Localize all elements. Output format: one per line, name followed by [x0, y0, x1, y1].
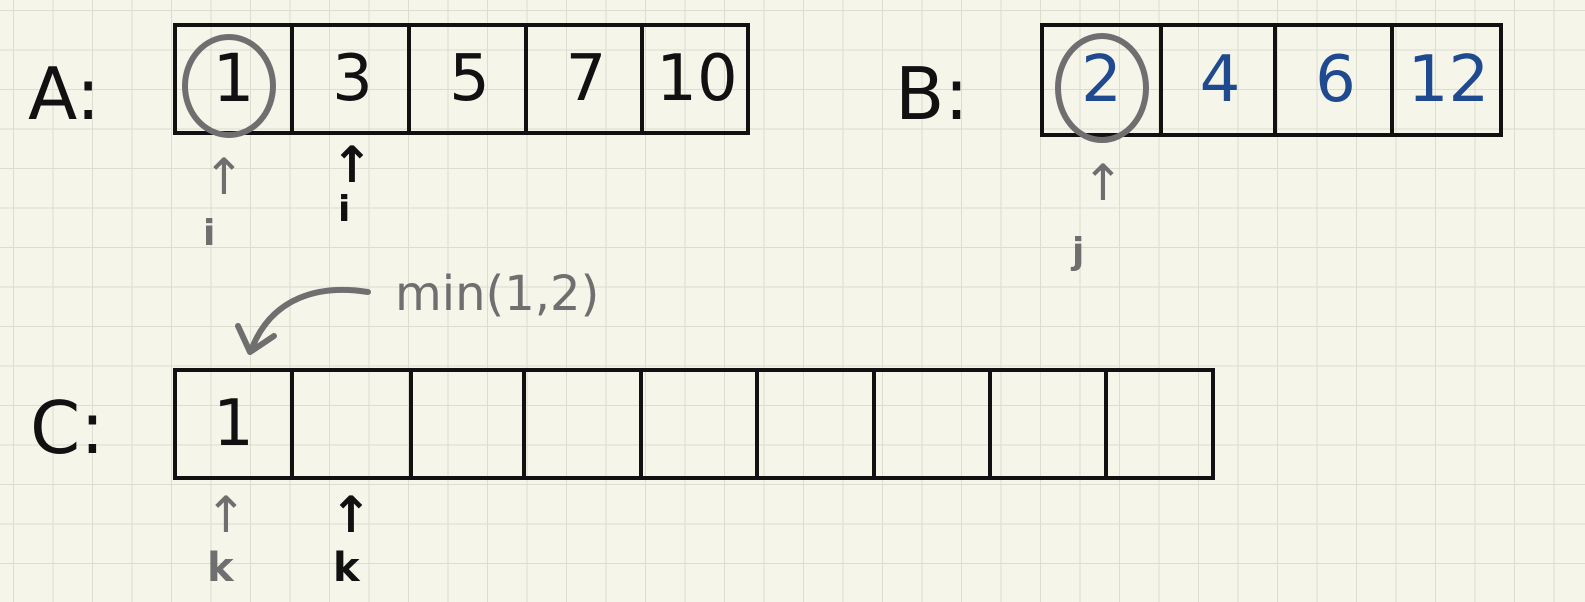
- arrow-up-icon: ↑: [1082, 154, 1124, 212]
- pointer-k-old: k: [207, 545, 234, 591]
- arrow-up-icon: ↑: [205, 486, 247, 544]
- pointer-i-new: i: [338, 189, 351, 230]
- arrow-up-icon: ↑: [203, 148, 245, 206]
- pointer-k-new: k: [333, 545, 360, 591]
- circle-highlight-a1: [182, 34, 276, 138]
- pointer-j: j: [1072, 231, 1085, 272]
- arrow-up-icon: ↑: [330, 486, 372, 544]
- arrow-up-icon: ↑: [331, 136, 373, 194]
- min-annotation: min(1,2): [395, 266, 600, 322]
- circle-highlight-b2: [1055, 33, 1149, 143]
- pointer-i-old: i: [203, 213, 216, 254]
